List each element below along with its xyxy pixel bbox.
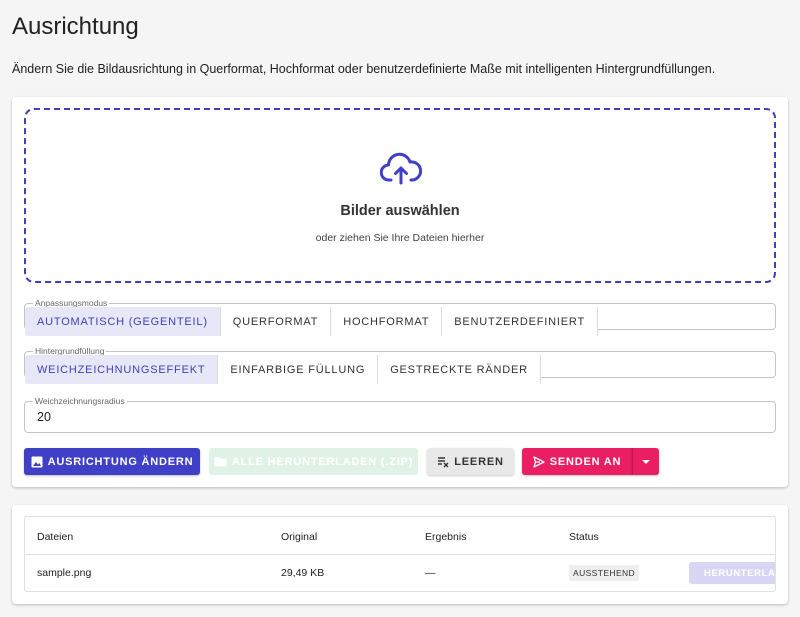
background-fill-label: Hintergrundfüllung <box>35 346 105 356</box>
page-title: Ausrichtung <box>12 13 139 40</box>
files-card: Dateien Original Ergebnis Status sample.… <box>12 505 788 604</box>
header-divider <box>25 554 775 555</box>
blur-radius-field[interactable]: Weichzeichnungsradius 20 <box>24 396 776 433</box>
page-subtitle: Ändern Sie die Bildausrichtung in Querfo… <box>12 62 716 76</box>
orientation-card: Bilder auswählen oder ziehen Sie Ihre Da… <box>12 97 788 487</box>
clear-label: Leeren <box>454 455 504 468</box>
download-all-button[interactable]: Alle herunterladen (.zip) <box>209 448 418 475</box>
dropzone-title: Bilder auswählen <box>340 203 460 219</box>
files-table: Dateien Original Ergebnis Status sample.… <box>24 516 776 592</box>
change-orientation-label: Ausrichtung ändern <box>47 455 194 468</box>
file-dropzone[interactable]: Bilder auswählen oder ziehen Sie Ihre Da… <box>24 108 776 283</box>
column-header-files: Dateien <box>37 531 74 543</box>
fill-blur[interactable]: Weichzeichnungseffekt <box>25 355 219 384</box>
send-to-button[interactable]: Senden an <box>522 448 632 475</box>
fit-mode-landscape[interactable]: Querformat <box>220 307 332 336</box>
download-all-label: Alle herunterladen (.zip) <box>231 455 414 468</box>
cloud-upload-icon <box>380 152 422 185</box>
fit-mode-portrait[interactable]: Hochformat <box>331 307 443 336</box>
column-header-result: Ergebnis <box>425 531 467 543</box>
fit-mode-custom[interactable]: Benutzerdefiniert <box>442 307 598 336</box>
column-header-status: Status <box>569 531 599 543</box>
column-header-original: Original <box>281 531 318 543</box>
status-badge: AUSSTEHEND <box>569 565 640 581</box>
blur-radius-label: Weichzeichnungsradius <box>33 396 127 406</box>
fit-mode-auto[interactable]: Automatisch (Gegenteil) <box>25 307 221 336</box>
fill-stretched[interactable]: Gestreckte Ränder <box>378 355 541 384</box>
row-download-label: HERUNTERLADEN <box>704 567 776 579</box>
row-download-button[interactable]: HERUNTERLADEN <box>689 562 776 584</box>
fill-solid[interactable]: Einfarbige Füllung <box>218 355 379 384</box>
image-icon <box>31 456 43 468</box>
background-fill-group: Hintergrundfüllung Weichzeichnungseffekt… <box>24 346 776 384</box>
clear-list-icon <box>437 456 449 468</box>
blur-radius-value: 20 <box>37 410 51 424</box>
change-orientation-button[interactable]: Ausrichtung ändern <box>24 448 200 475</box>
send-icon <box>533 455 545 468</box>
clear-button[interactable]: Leeren <box>427 448 514 475</box>
file-name-cell: sample.png <box>37 567 92 579</box>
fit-mode-label: Anpassungsmodus <box>35 298 108 308</box>
fit-mode-group: Anpassungsmodus Automatisch (Gegenteil) … <box>24 298 776 336</box>
chevron-down-icon <box>641 456 651 468</box>
dropzone-hint: oder ziehen Sie Ihre Dateien hierher <box>315 232 485 244</box>
send-to-dropdown-button[interactable] <box>632 448 659 475</box>
send-to-label: Senden an <box>549 455 622 468</box>
original-size-cell: 29,49 KB <box>281 567 325 579</box>
result-cell: — <box>425 567 436 579</box>
folder-zip-icon <box>214 456 227 467</box>
